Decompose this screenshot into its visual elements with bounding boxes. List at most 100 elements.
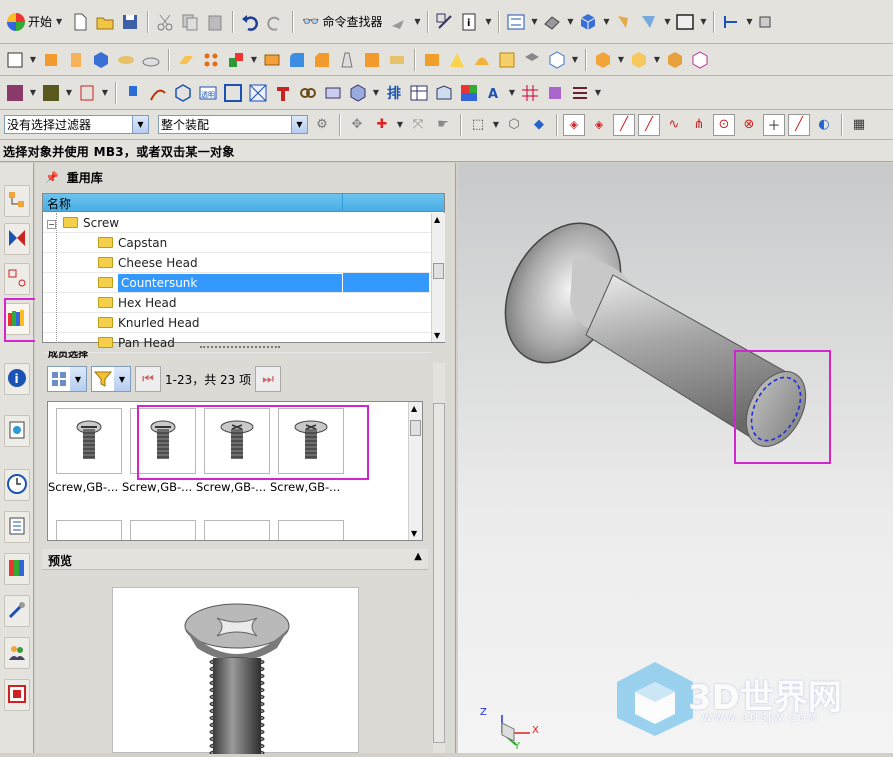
pin-icon[interactable]: ✥ (346, 114, 368, 136)
copy-icon[interactable] (179, 11, 201, 33)
command-finder-button[interactable]: 👓 命令查找器 (299, 11, 385, 33)
table-icon[interactable] (408, 82, 430, 104)
column-header-name[interactable]: 名称 (43, 194, 343, 211)
start-button[interactable]: 开始 ▼ (4, 11, 66, 33)
view-mode-button[interactable]: ▼ (47, 366, 87, 392)
member-label[interactable]: Screw,GB-... (196, 480, 266, 494)
measure-icon[interactable] (76, 82, 98, 104)
body-select-icon[interactable]: ◆ (528, 114, 550, 136)
open-folder-icon[interactable] (94, 11, 116, 33)
save-icon[interactable] (119, 11, 141, 33)
history-tab[interactable] (4, 469, 30, 501)
draft-icon[interactable] (336, 49, 358, 71)
section-icon[interactable] (4, 82, 26, 104)
wireframe-cube-icon[interactable] (172, 82, 194, 104)
sew-icon[interactable] (446, 49, 468, 71)
move-icon[interactable]: ⤧ (407, 114, 429, 136)
tree-node[interactable]: Capstan (43, 233, 431, 253)
system-materials-tab[interactable] (4, 679, 30, 711)
visualization-tab[interactable] (4, 553, 30, 585)
new-file-icon[interactable] (69, 11, 91, 33)
link-icon[interactable] (297, 82, 319, 104)
scroll-thumb[interactable] (433, 403, 445, 743)
snap-curve-icon[interactable]: ∿ (663, 114, 685, 136)
render-style-icon[interactable] (541, 11, 563, 33)
text-annotation-icon[interactable]: A (483, 82, 505, 104)
member-tile[interactable] (56, 408, 122, 474)
snap-cross-icon[interactable]: ＋ (763, 113, 785, 136)
part-navigator-tab[interactable] (4, 263, 30, 295)
tree-node-screw[interactable]: − Screw (43, 213, 431, 233)
redo-icon[interactable] (264, 11, 286, 33)
select-tool-icon[interactable] (388, 11, 410, 33)
member-label[interactable]: Screw,GB-... (122, 480, 192, 494)
offset-icon[interactable] (386, 49, 408, 71)
stack-icon[interactable] (544, 82, 566, 104)
scroll-down-icon[interactable]: ▼ (411, 529, 417, 538)
deform-icon[interactable] (322, 82, 344, 104)
web-browser-tab[interactable] (4, 415, 30, 447)
member-tile[interactable] (204, 520, 270, 540)
snap-point-icon[interactable]: ✚ (371, 114, 393, 136)
snap-quadrant-icon[interactable]: ⊗ (738, 114, 760, 136)
arrange-icon[interactable]: 排 (383, 82, 405, 104)
block-icon[interactable] (90, 49, 112, 71)
hole-icon[interactable] (140, 49, 162, 71)
collapse-icon[interactable]: ▲ (414, 551, 422, 562)
frame-icon[interactable] (222, 82, 244, 104)
tree-node[interactable]: Knurled Head (43, 313, 431, 333)
shell-icon[interactable] (261, 49, 283, 71)
sweep-icon[interactable] (471, 49, 493, 71)
first-page-icon[interactable]: ⏮ (135, 366, 161, 392)
material-icon[interactable] (40, 82, 62, 104)
collapse-toggle-icon[interactable]: − (47, 219, 56, 229)
thicken-icon[interactable] (421, 49, 443, 71)
component-icon[interactable] (628, 49, 650, 71)
scroll-down-icon[interactable]: ▼ (434, 331, 440, 340)
snap-midpoint-icon[interactable]: ◈ (588, 114, 610, 136)
paint-icon[interactable] (613, 11, 635, 33)
rectangle-select-icon[interactable]: ⬚ (467, 114, 489, 136)
revolve-icon[interactable] (65, 49, 87, 71)
member-tile[interactable] (56, 520, 122, 540)
tree-node[interactable]: Hex Head (43, 293, 431, 313)
assembly-navigator-tab[interactable] (4, 185, 30, 217)
extrude-icon[interactable] (40, 49, 62, 71)
constraint-icon[interactable] (664, 49, 686, 71)
snap-center-icon[interactable]: ⊙ (713, 113, 735, 136)
scope-filter-select[interactable]: 整个装配 ▼ (158, 115, 308, 134)
constraint-navigator-tab[interactable] (4, 223, 30, 255)
snap-perp-icon[interactable]: ╱ (788, 113, 810, 136)
scroll-thumb[interactable] (433, 263, 444, 279)
pattern-icon[interactable] (200, 49, 222, 71)
datum-plane-icon[interactable] (175, 49, 197, 71)
undo-icon[interactable] (239, 11, 261, 33)
color-palette-icon[interactable] (458, 82, 480, 104)
drawing-icon[interactable] (433, 82, 455, 104)
graphics-window[interactable]: Z X Y 3D世界网 WWW.3DSJW.COM (458, 163, 893, 753)
snap-line-icon[interactable]: ╱ (613, 113, 635, 136)
curve-analysis-icon[interactable] (147, 82, 169, 104)
palette-scrollbar[interactable]: ▲ ▼ (408, 402, 422, 540)
scroll-up-icon[interactable]: ▲ (411, 404, 417, 413)
list-lines-icon[interactable] (569, 82, 591, 104)
cylinder-icon[interactable] (115, 49, 137, 71)
hd3d-tab[interactable]: i (4, 363, 30, 395)
orient-icon[interactable] (720, 11, 742, 33)
snap-intersect-icon[interactable]: ⋔ (688, 114, 710, 136)
pointer-icon[interactable]: ☛ (432, 114, 454, 136)
scroll-up-icon[interactable]: ▲ (434, 215, 440, 224)
toggle-icon[interactable] (434, 11, 456, 33)
cut-icon[interactable] (154, 11, 176, 33)
shaded-box-icon[interactable] (577, 11, 599, 33)
layer-icon[interactable] (756, 11, 778, 33)
tree-node[interactable]: Cheese Head (43, 253, 431, 273)
window-icon[interactable] (674, 11, 696, 33)
sketch-icon[interactable] (4, 49, 26, 71)
unite-icon[interactable] (225, 49, 247, 71)
paste-icon[interactable] (204, 11, 226, 33)
member-label[interactable]: Screw,GB-... (270, 480, 340, 494)
body-icon[interactable] (546, 49, 568, 71)
paint-bucket-icon[interactable] (122, 82, 144, 104)
cross-box-icon[interactable] (247, 82, 269, 104)
